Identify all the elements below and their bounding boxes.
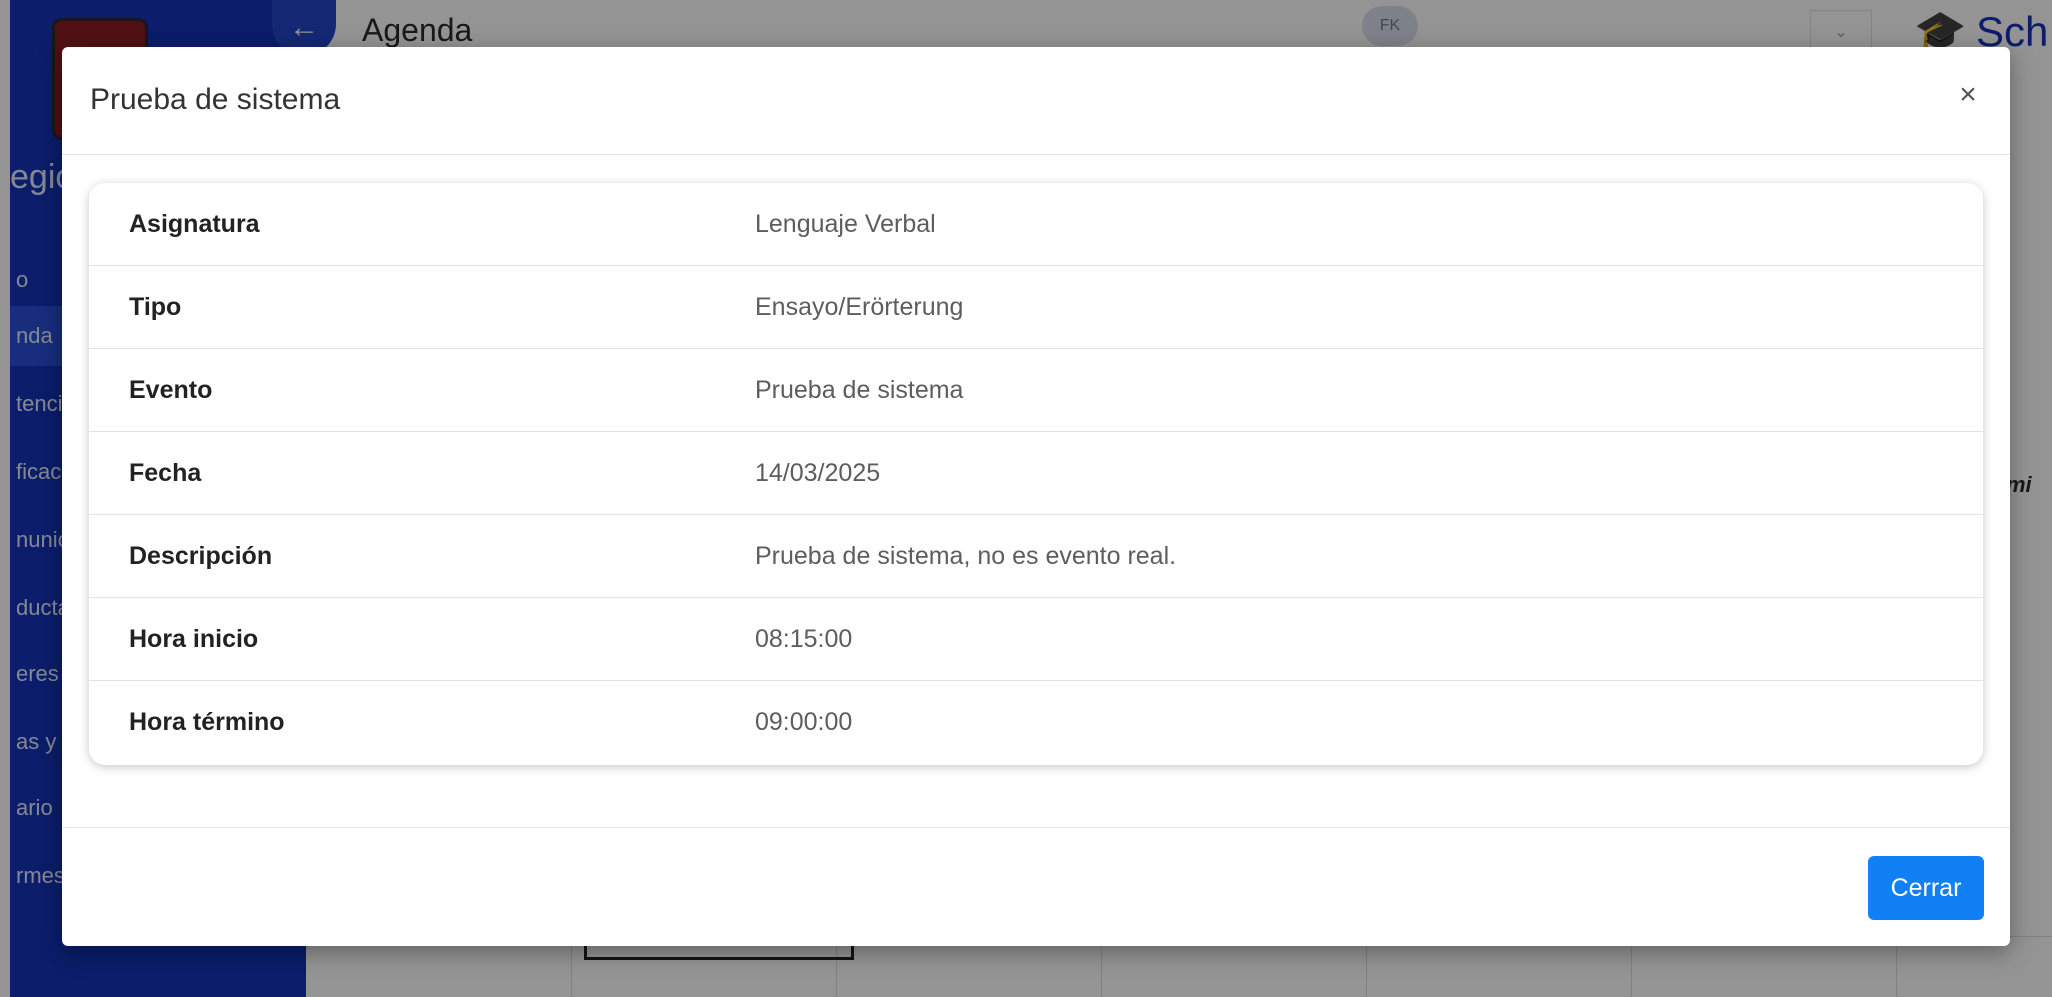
modal-title: Prueba de sistema — [90, 83, 341, 116]
row-value-asignatura: Lenguaje Verbal — [755, 210, 936, 238]
row-value-hora-inicio: 08:15:00 — [755, 625, 853, 653]
row-value-evento: Prueba de sistema — [755, 376, 964, 404]
event-details-table: Asignatura Lenguaje Verbal Tipo Ensayo/E… — [89, 183, 1983, 765]
row-value-descripcion: Prueba de sistema, no es evento real. — [755, 542, 1177, 570]
row-label-hora-inicio: Hora inicio — [129, 625, 259, 653]
table-row: Fecha 14/03/2025 — [89, 432, 1983, 515]
modal-footer: Cerrar — [62, 827, 2010, 946]
table-row: Tipo Ensayo/Erörterung — [89, 266, 1983, 349]
row-label-evento: Evento — [129, 376, 213, 404]
table-row: Descripción Prueba de sistema, no es eve… — [89, 515, 1983, 598]
row-label-fecha: Fecha — [129, 459, 202, 487]
row-label-hora-termino: Hora término — [129, 708, 285, 736]
row-label-asignatura: Asignatura — [129, 210, 260, 238]
table-row: Asignatura Lenguaje Verbal — [89, 183, 1983, 266]
modal-header: Prueba de sistema × — [62, 47, 2010, 155]
row-value-hora-termino: 09:00:00 — [755, 708, 853, 736]
row-label-descripcion: Descripción — [129, 542, 273, 570]
table-row: Evento Prueba de sistema — [89, 349, 1983, 432]
close-icon[interactable]: × — [1948, 75, 1988, 115]
event-detail-modal: Prueba de sistema × Asignatura Lenguaje … — [62, 47, 2010, 946]
table-row: Hora término 09:00:00 — [89, 681, 1983, 765]
close-button[interactable]: Cerrar — [1868, 856, 1984, 920]
table-row: Hora inicio 08:15:00 — [89, 598, 1983, 681]
row-value-fecha: 14/03/2025 — [755, 459, 881, 487]
row-label-tipo: Tipo — [129, 293, 182, 321]
row-value-tipo: Ensayo/Erörterung — [755, 293, 964, 321]
